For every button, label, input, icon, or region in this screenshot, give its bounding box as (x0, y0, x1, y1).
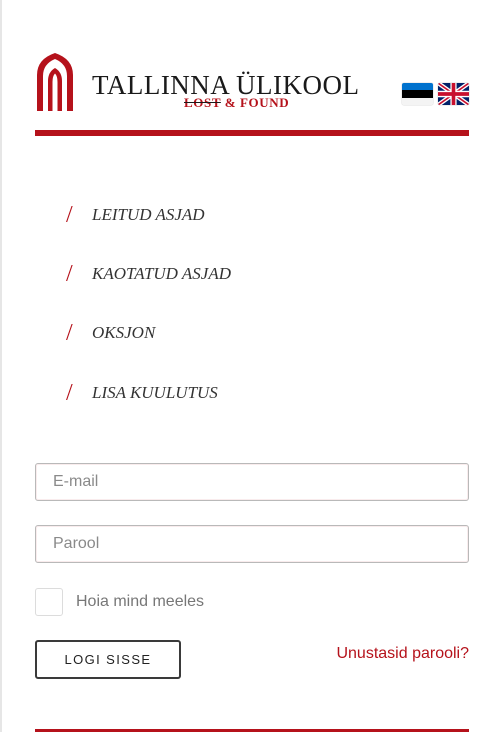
subtitle-found: & FOUND (220, 95, 290, 110)
slash-icon: / (66, 380, 73, 406)
header-divider (35, 130, 469, 136)
page-left-border (0, 0, 2, 732)
remember-me-checkbox[interactable] (35, 588, 63, 616)
slash-icon: / (66, 261, 73, 287)
site-subtitle: LOST & FOUND (184, 95, 289, 110)
uk-flag-icon[interactable] (438, 83, 469, 105)
email-field[interactable] (35, 463, 469, 501)
university-logo-icon[interactable] (34, 51, 76, 113)
estonian-flag-icon[interactable] (402, 83, 433, 105)
subtitle-lost: LOST (184, 95, 221, 110)
slash-icon: / (66, 320, 73, 346)
remember-me-label[interactable]: Hoia mind meeles (76, 593, 204, 611)
slash-icon: / (66, 202, 73, 228)
nav-label: KAOTATUD ASJAD (92, 264, 231, 283)
nav-label: LISA KUULUTUS (92, 383, 218, 402)
nav-label: OKSJON (92, 323, 156, 342)
password-field[interactable] (35, 525, 469, 563)
forgot-password-link[interactable]: Unustasid parooli? (336, 645, 469, 663)
nav-label: LEITUD ASJAD (92, 205, 205, 224)
login-button[interactable]: LOGI SISSE (35, 640, 181, 679)
